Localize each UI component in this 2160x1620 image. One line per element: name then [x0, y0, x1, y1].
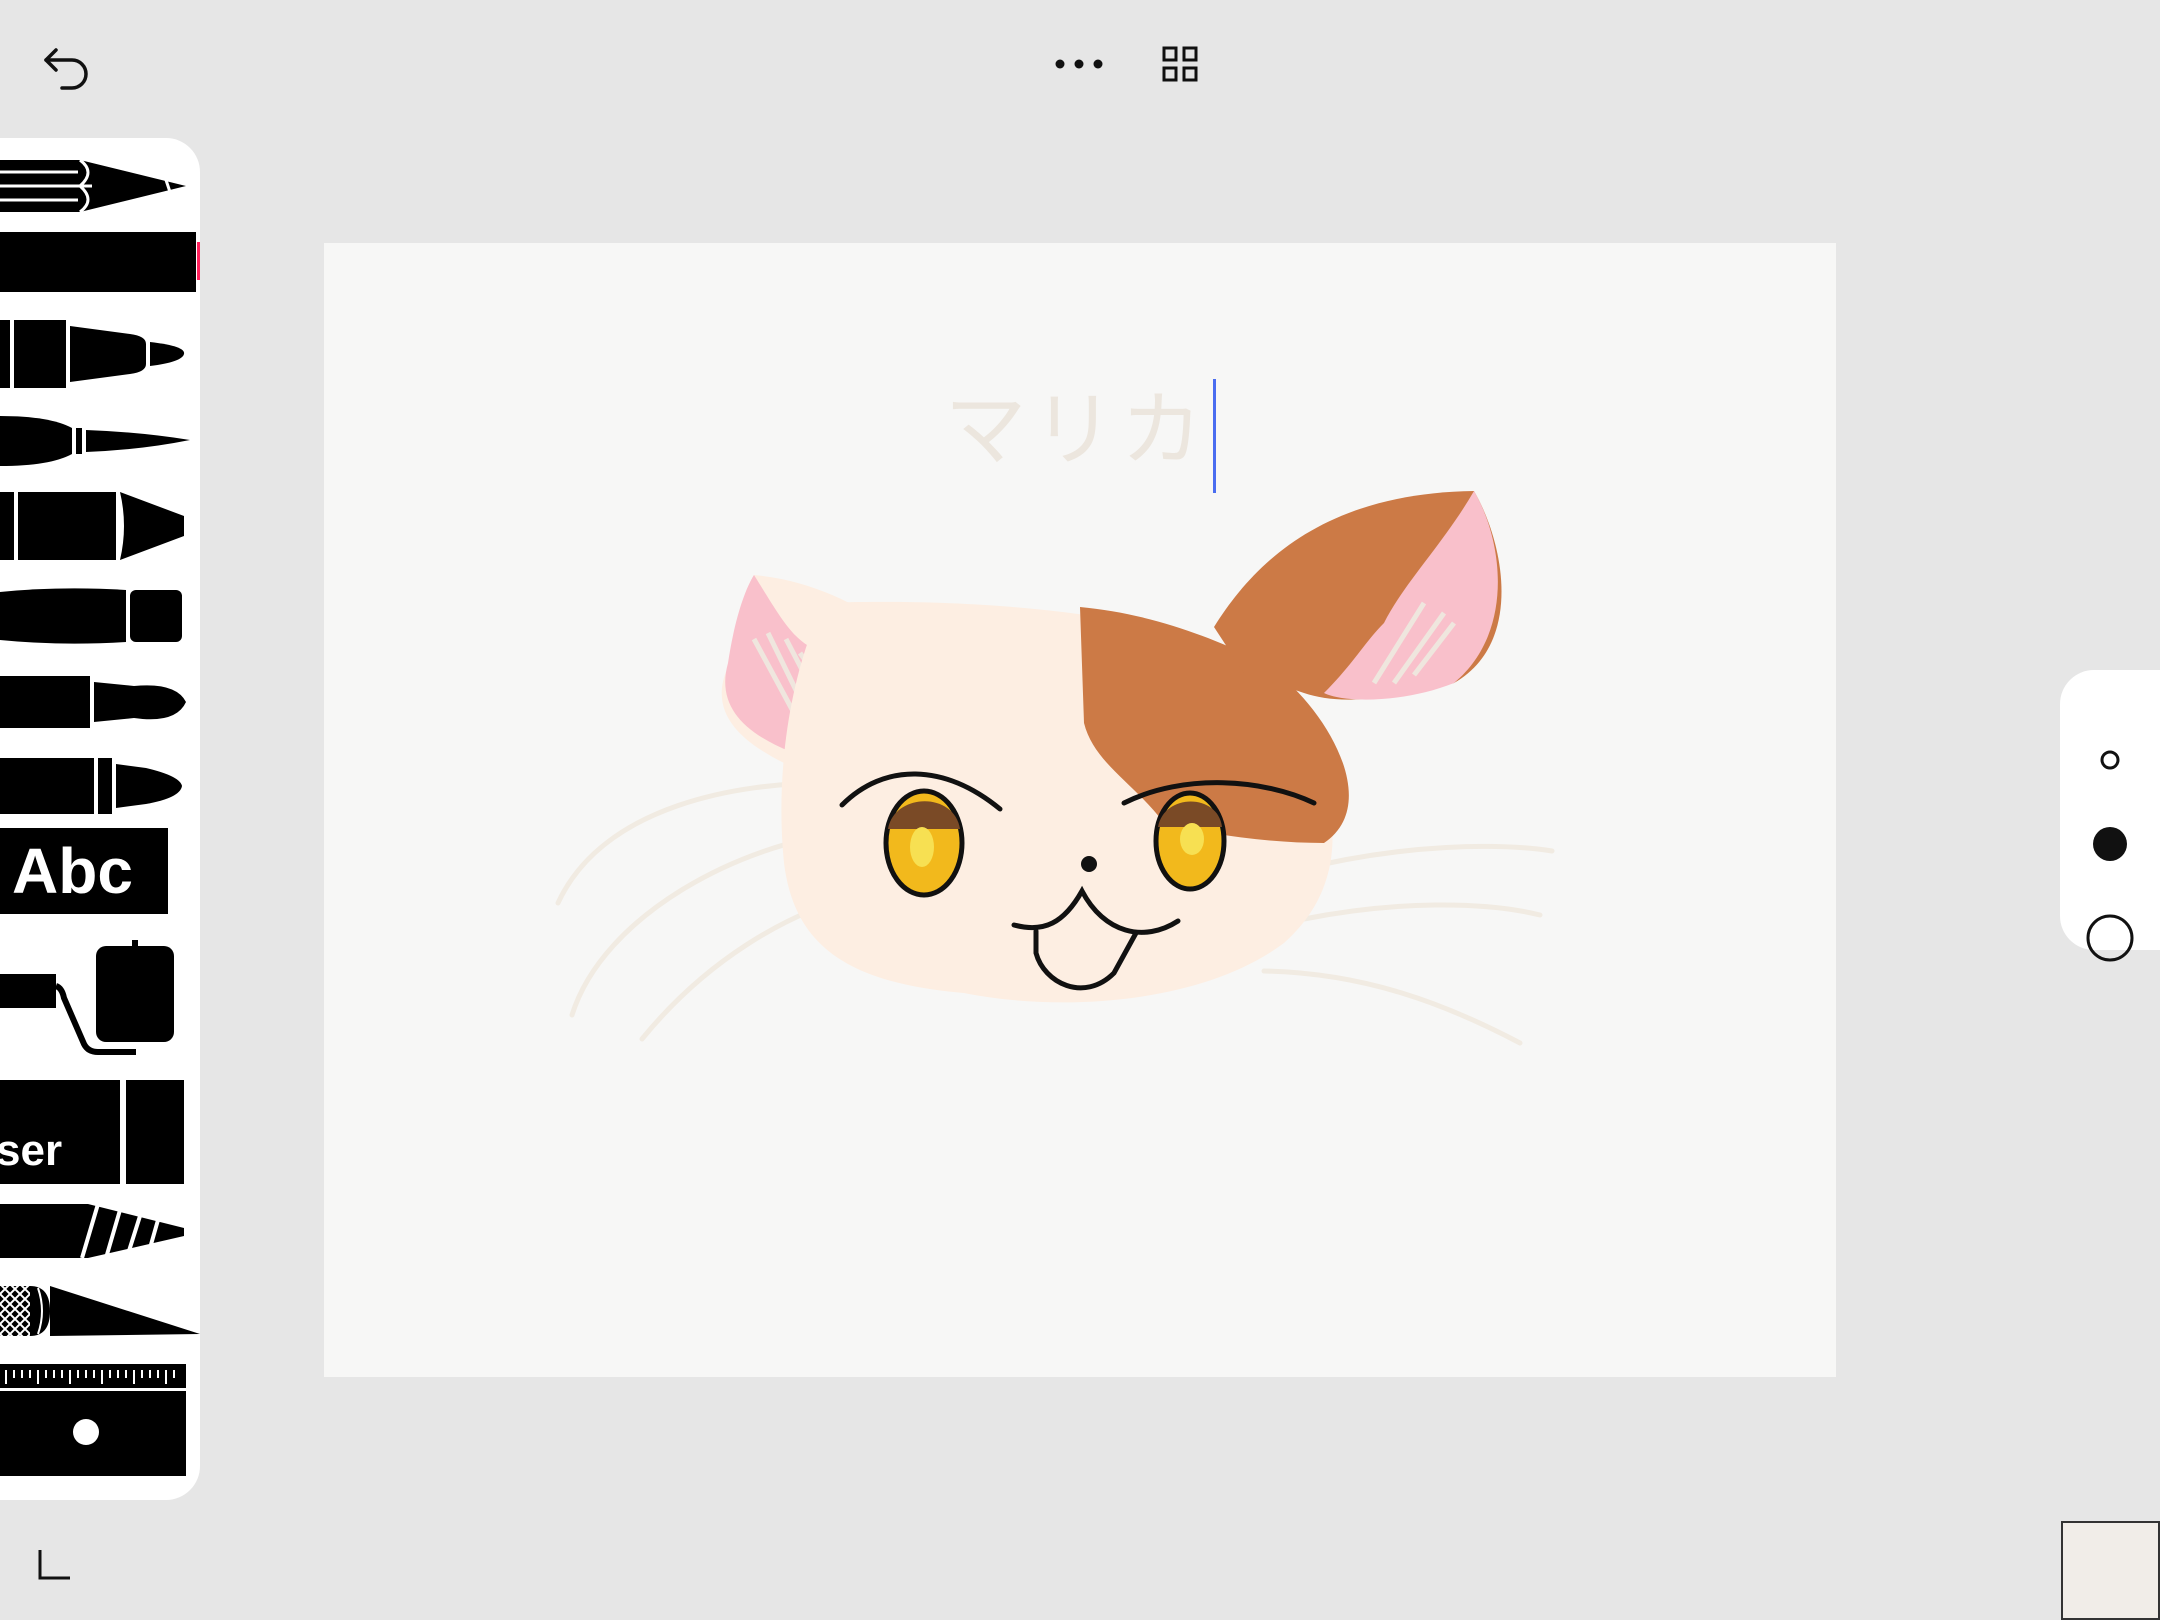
tool-tray: Abc ser: [0, 138, 200, 1500]
brush-tool[interactable]: [0, 662, 200, 742]
size-medium-option[interactable]: [2060, 804, 2160, 884]
undo-icon[interactable]: [36, 38, 96, 98]
size-large-option[interactable]: [2060, 898, 2160, 978]
text-caret: [1212, 378, 1216, 493]
felt-pen-tool[interactable]: [0, 576, 200, 656]
top-toolbar: [0, 0, 2160, 130]
lasso-knife-tool[interactable]: [0, 1274, 200, 1344]
watercolor-brush-tool[interactable]: [0, 746, 200, 826]
marker-tool[interactable]: [0, 314, 200, 394]
fill-bucket-tool[interactable]: [0, 928, 200, 1058]
cutter-tool[interactable]: [0, 1198, 200, 1264]
more-icon[interactable]: [1052, 44, 1106, 84]
ruler-tool[interactable]: [0, 1364, 200, 1484]
drawing-canvas[interactable]: マリカ: [324, 243, 1836, 1377]
text-tool[interactable]: Abc: [0, 828, 200, 920]
corner-icon: [38, 1548, 70, 1580]
crayon-tool[interactable]: [0, 486, 200, 566]
eraser-tool[interactable]: ser: [0, 1074, 200, 1184]
text-tool-label: Abc: [12, 835, 133, 907]
size-small-option[interactable]: [2060, 720, 2160, 800]
eraser-tool-label: ser: [0, 1126, 63, 1175]
grid-icon[interactable]: [1160, 44, 1200, 84]
fineliner-tool[interactable]: [0, 232, 200, 302]
fountain-pen-tool[interactable]: [0, 406, 200, 476]
title-text: マリカ: [944, 383, 1209, 478]
color-swatch[interactable]: [2061, 1521, 2160, 1620]
pencil-set-tool[interactable]: [0, 150, 200, 218]
brush-size-panel: [2060, 670, 2160, 962]
title-text-field[interactable]: マリカ: [324, 363, 1836, 493]
